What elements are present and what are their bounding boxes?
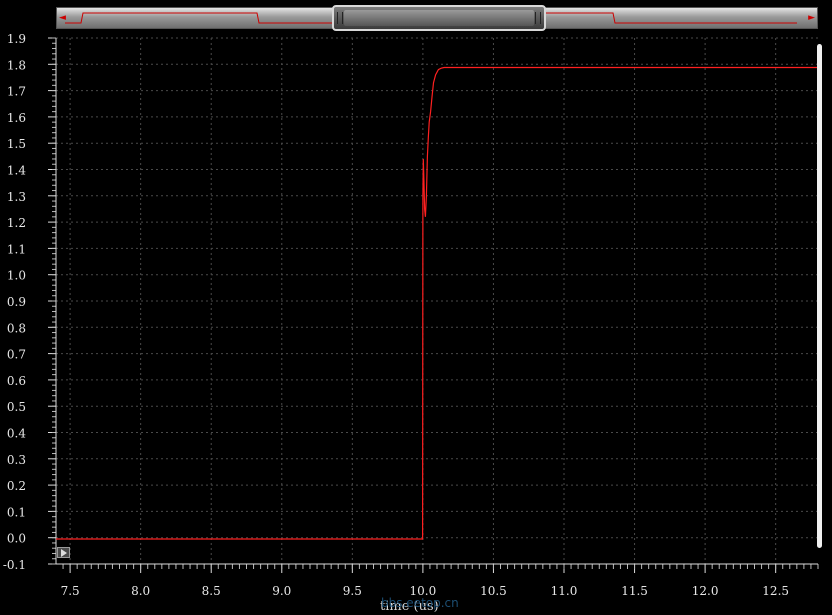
y-tick-label: 0.0 [7, 532, 26, 546]
y-tick-label: 1.1 [7, 242, 26, 256]
overview-bar: ◄ ► [0, 0, 832, 34]
zoom-left-handle[interactable] [337, 12, 343, 24]
y-tick-label: 0.3 [7, 453, 26, 467]
x-tick-label: 12.5 [762, 584, 789, 598]
scroll-left-icon[interactable]: ◄ [59, 12, 66, 24]
play-button[interactable] [57, 547, 70, 558]
y-tick-label: 1.5 [7, 137, 26, 151]
y-tick-label: 0.6 [7, 374, 26, 388]
watermark-text: bbs.eetop.cn [381, 596, 459, 610]
x-tick-label: 11.0 [551, 584, 578, 598]
overview-window-body [344, 10, 534, 26]
x-tick-label: 8.0 [131, 584, 150, 598]
y-tick-label: 0.7 [7, 348, 26, 362]
y-tick-label: 1.2 [7, 216, 26, 230]
y-tick-label: 1.7 [7, 85, 26, 99]
y-tick-label: 0.1 [7, 505, 26, 519]
x-tick-label: 12.0 [692, 584, 719, 598]
x-tick-label: 8.5 [202, 584, 221, 598]
play-icon [61, 549, 67, 557]
y-tick-label: 1.6 [7, 111, 26, 125]
x-tick-label: 7.5 [61, 584, 80, 598]
vertical-scrollbar[interactable] [817, 44, 822, 548]
y-tick-label: 1.8 [7, 58, 26, 72]
x-tick-label: 10.5 [480, 584, 507, 598]
overview-navigator[interactable]: ◄ ► [56, 5, 818, 31]
overview-zoom-window[interactable] [332, 5, 546, 31]
waveform-chart[interactable]: -0.1 0.0 0.1 0.2 0.3 0.4 0.5 0.6 0.7 0.8 0.9 1.0 1.1… [0, 34, 832, 615]
y-tick-label: 0.2 [7, 479, 26, 493]
y-tick-label: 0.9 [7, 295, 26, 309]
y-tick-label: 0.5 [7, 400, 26, 414]
y-tick-label: 1.0 [7, 269, 26, 283]
y-tick-label: -0.1 [3, 558, 26, 572]
x-tick-label: 9.0 [272, 584, 291, 598]
y-tick-label: 1.9 [7, 34, 26, 46]
zoom-right-handle[interactable] [535, 12, 541, 24]
y-tick-label: 0.4 [7, 427, 26, 441]
y-tick-label: 0.8 [7, 321, 26, 335]
y-tick-label: 1.3 [7, 190, 26, 204]
scroll-right-icon[interactable]: ► [808, 12, 815, 24]
y-tick-label: 1.4 [7, 164, 26, 178]
x-tick-label: 11.5 [621, 584, 648, 598]
x-tick-label: 9.5 [343, 584, 362, 598]
